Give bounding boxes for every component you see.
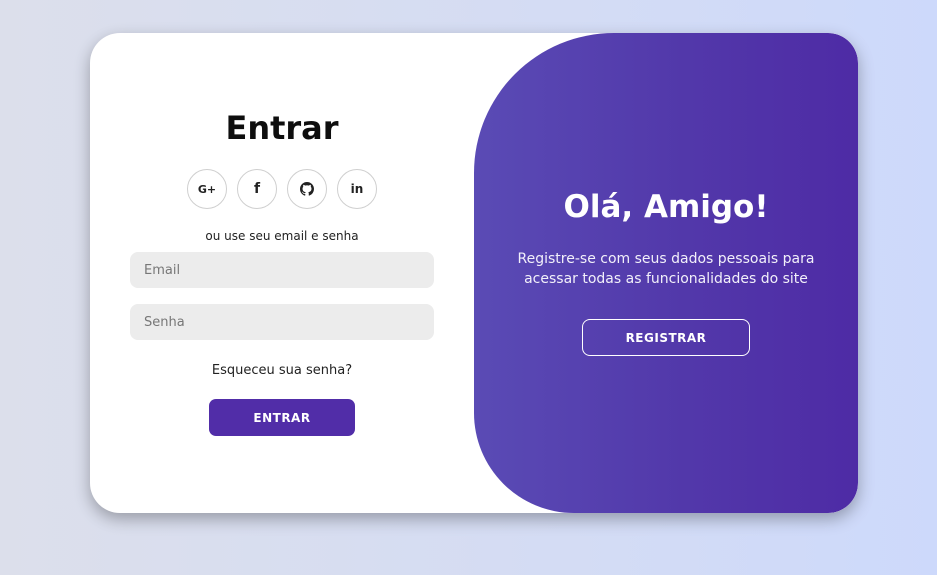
panel-description: Registre-se com seus dados pessoais para… <box>517 251 815 287</box>
github-button[interactable] <box>287 169 327 209</box>
panel-title: Olá, Amigo! <box>563 189 769 225</box>
social-login-row: G+ f in <box>187 169 377 209</box>
auth-card: Entrar G+ f in ou use seu email e senha … <box>90 33 858 513</box>
google-plus-icon: G+ <box>197 182 217 196</box>
facebook-button[interactable]: f <box>237 169 277 209</box>
password-input[interactable] <box>130 304 434 340</box>
forgot-password-link[interactable]: Esqueceu sua senha? <box>90 363 474 378</box>
google-plus-button[interactable]: G+ <box>187 169 227 209</box>
linkedin-icon: in <box>350 182 364 196</box>
alt-login-text: ou use seu email e senha <box>205 229 359 243</box>
register-button[interactable]: REGISTRAR <box>582 319 750 356</box>
linkedin-button[interactable]: in <box>337 169 377 209</box>
email-input[interactable] <box>130 252 434 288</box>
sign-in-form: Entrar G+ f in ou use seu email e senha … <box>90 33 474 513</box>
sign-in-button[interactable]: ENTRAR <box>209 399 355 436</box>
github-icon <box>300 182 314 196</box>
facebook-icon: f <box>253 181 261 197</box>
register-panel: Olá, Amigo! Registre-se com seus dados p… <box>474 33 858 513</box>
sign-in-title: Entrar <box>225 109 339 147</box>
